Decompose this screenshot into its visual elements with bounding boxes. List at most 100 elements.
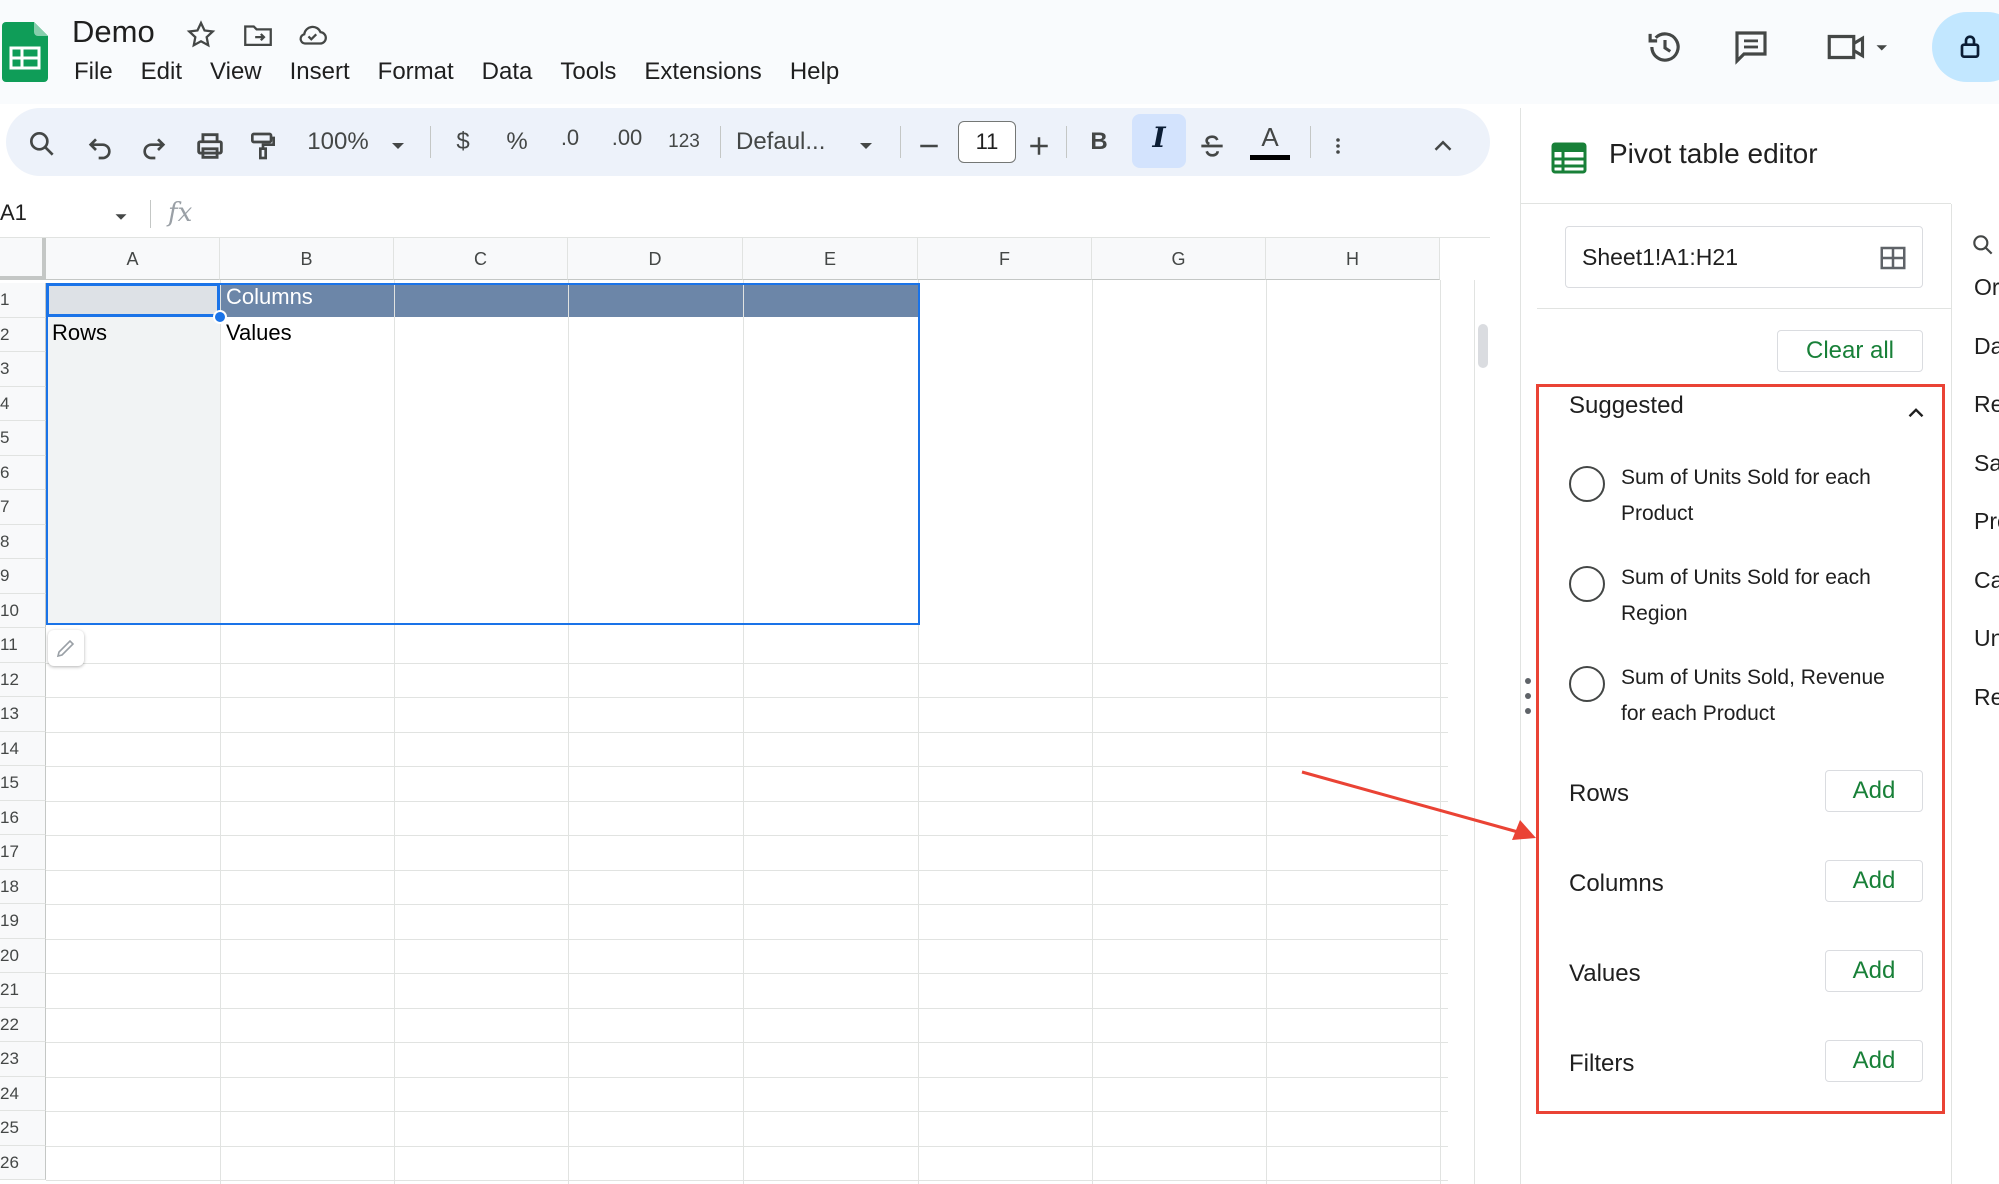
add-filters-button[interactable]: Add [1825,1040,1923,1082]
print-icon[interactable] [193,126,227,166]
document-title[interactable]: Demo [72,14,155,50]
column-header[interactable]: D [568,238,743,280]
suggestion-radio-1[interactable] [1569,466,1605,502]
row-header[interactable]: 14 [0,731,46,766]
paint-format-icon[interactable] [247,126,279,166]
row-header[interactable]: 20 [0,938,46,973]
column-header[interactable]: E [743,238,918,280]
row-header[interactable]: 12 [0,662,46,697]
suggested-heading[interactable]: Suggested [1569,392,1684,420]
row-header[interactable]: 22 [0,1007,46,1042]
field-list-item[interactable]: Sa [1974,450,1999,477]
sheets-logo-icon[interactable] [2,22,48,82]
row-header[interactable]: 7 [0,490,46,525]
add-values-button[interactable]: Add [1825,950,1923,992]
row-header[interactable]: 6 [0,455,46,490]
field-list-item[interactable]: Re [1974,684,1999,711]
column-header[interactable]: H [1266,238,1440,280]
suggestion-1[interactable]: Sum of Units Sold for each Product [1621,460,1921,532]
selection-fill-handle[interactable] [213,310,227,324]
add-rows-button[interactable]: Add [1825,770,1923,812]
data-range-field[interactable]: Sheet1!A1:H21 [1565,226,1923,288]
star-icon[interactable] [184,18,218,52]
version-history-icon[interactable] [1644,26,1686,68]
name-box[interactable]: A1 [0,200,27,226]
column-header[interactable]: B [220,238,394,280]
suggestion-radio-3[interactable] [1569,666,1605,702]
suggestion-3[interactable]: Sum of Units Sold, Revenue for each Prod… [1621,660,1921,732]
italic-button[interactable]: I [1132,114,1186,168]
undo-icon[interactable] [84,126,116,166]
column-header[interactable]: A [46,238,220,280]
menu-insert[interactable]: Insert [276,56,364,92]
field-list-item[interactable]: Ca [1974,567,1999,594]
menu-view[interactable]: View [196,56,276,92]
pivot-edit-button[interactable] [48,630,84,666]
select-range-icon[interactable] [1878,243,1908,273]
font-size-input[interactable]: 11 [958,121,1016,163]
menu-file[interactable]: File [60,56,127,92]
decrease-decimal-button[interactable]: .0 [550,118,590,158]
comments-icon[interactable] [1730,26,1772,68]
vertical-scrollbar[interactable] [1474,280,1490,1184]
row-header[interactable]: 24 [0,1076,46,1111]
field-list-item[interactable]: Ord [1974,274,1999,301]
search-icon[interactable] [1970,232,1996,258]
add-columns-button[interactable]: Add [1825,860,1923,902]
panel-resize-handle-icon[interactable] [1524,676,1532,716]
share-button[interactable] [1932,12,1999,82]
field-list-item[interactable]: Un [1974,625,1999,652]
row-header[interactable]: 16 [0,800,46,835]
decrease-font-size-icon[interactable] [914,126,944,166]
format-percent-button[interactable]: % [500,122,534,162]
collapse-menus-icon[interactable] [1428,126,1458,166]
row-header[interactable]: 19 [0,904,46,939]
meet-camera-icon[interactable] [1824,26,1894,68]
suggestion-radio-2[interactable] [1569,566,1605,602]
cell-b1[interactable]: Columns [226,284,313,310]
select-all-corner[interactable] [0,238,46,280]
chevron-down-icon[interactable] [110,206,132,228]
row-header[interactable]: 10 [0,593,46,628]
row-header[interactable]: 2 [0,317,46,352]
increase-decimal-button[interactable]: .00 [604,118,650,158]
more-formats-button[interactable]: 123 [662,122,706,162]
bold-button[interactable]: B [1082,122,1116,162]
row-header[interactable]: 26 [0,1145,46,1180]
format-currency-button[interactable]: $ [446,122,480,162]
search-menus-icon[interactable] [26,124,58,164]
row-header[interactable]: 11 [0,628,46,663]
row-header[interactable]: 13 [0,697,46,732]
row-header[interactable]: 3 [0,352,46,387]
zoom-select[interactable]: 100% [302,122,374,162]
row-header[interactable]: 5 [0,421,46,456]
row-header[interactable]: 25 [0,1111,46,1146]
row-header[interactable]: 8 [0,524,46,559]
menu-edit[interactable]: Edit [127,56,196,92]
spreadsheet-grid[interactable]: Columns Rows Values A B C D E F G H 1 2 3 4 5 6 7 8 9 10 1… [0,238,1490,1184]
field-list-item[interactable]: Pro [1974,508,1999,535]
column-header[interactable]: F [918,238,1092,280]
redo-icon[interactable] [138,126,170,166]
row-header[interactable]: 15 [0,766,46,801]
row-header[interactable]: 21 [0,973,46,1008]
chevron-up-icon[interactable] [1903,400,1929,426]
increase-font-size-icon[interactable] [1024,126,1054,166]
move-to-folder-icon[interactable] [241,18,275,52]
field-list-item[interactable]: Re [1974,391,1999,418]
cell-a2[interactable]: Rows [52,320,107,346]
column-header[interactable]: G [1092,238,1266,280]
strikethrough-icon[interactable] [1196,126,1228,166]
suggestion-2[interactable]: Sum of Units Sold for each Region [1621,560,1921,632]
formula-input[interactable] [210,194,1470,234]
menu-tools[interactable]: Tools [546,56,630,92]
font-select[interactable]: Defaul... [736,122,852,162]
chevron-down-icon[interactable] [386,126,410,166]
row-header[interactable]: 1 [0,283,46,318]
column-header[interactable]: C [394,238,568,280]
field-list-item[interactable]: Da [1974,333,1999,360]
row-header[interactable]: 18 [0,869,46,904]
cell-b2[interactable]: Values [226,320,292,346]
menu-help[interactable]: Help [776,56,853,92]
text-color-button[interactable]: A [1250,118,1290,164]
